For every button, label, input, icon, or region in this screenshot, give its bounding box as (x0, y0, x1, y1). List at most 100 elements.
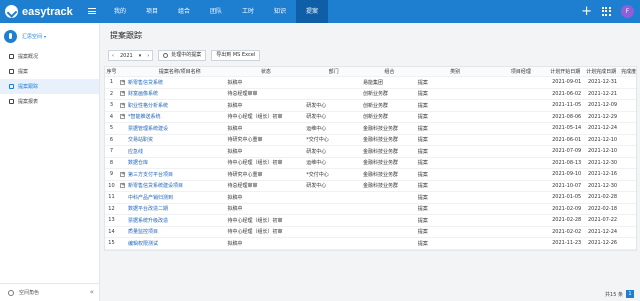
proposal-name-link[interactable]: 第三方支付平台项目 (128, 172, 173, 178)
proposal-name[interactable]: 中科产品产销归测到 (118, 194, 226, 201)
column-header-planned-end[interactable]: 计划完成日期 (583, 68, 619, 75)
next-year-button[interactable]: › (144, 53, 152, 59)
nav-item-knowledge[interactable]: 知识 (264, 0, 296, 23)
category-cell: 提案 (417, 102, 428, 109)
proposal-name-link[interactable]: 交易站职资 (128, 137, 153, 143)
proposal-name[interactable]: 票据管理系统建设 (118, 125, 226, 132)
table-row[interactable]: 6 交易站职资 待研究中心重审 *交付中心 金融科技业务群 提案 2021-06-01 202… (105, 135, 636, 146)
proposal-name-link[interactable]: 票据管理系统建设 (128, 126, 168, 132)
page-number-button[interactable]: 1 (626, 290, 634, 298)
proposal-name[interactable]: 新零售信贷系统 (118, 79, 226, 86)
expand-icon[interactable] (119, 113, 125, 120)
nav-item-portfolio[interactable]: 组合 (168, 0, 200, 23)
nav-item-team[interactable]: 团队 (200, 0, 232, 23)
prev-year-button[interactable]: ‹ (109, 53, 117, 59)
proposal-name-link[interactable]: 数据平台改造二期 (128, 206, 168, 212)
sidebar-item-proposal-overview[interactable]: 提案概况 (0, 49, 99, 64)
proposal-name-link[interactable]: 新零售信贷系统 (128, 80, 163, 86)
proposal-name[interactable]: 数据平台改造二期 (118, 205, 226, 212)
proposal-name[interactable]: 新零售信贷系统建设项目 (118, 182, 226, 189)
status-cell: 待中心经理（组长）初审 (227, 229, 283, 236)
column-header-portfolio[interactable]: 组合 (361, 68, 416, 75)
expand-icon[interactable] (119, 90, 125, 97)
planned-start-cell: 2021-10-07 (552, 182, 582, 189)
nav-item-timesheet[interactable]: 工时 (232, 0, 264, 23)
in-progress-proposals-button[interactable]: 处理中的提案 (158, 50, 207, 61)
menu-icon[interactable] (88, 8, 96, 14)
planned-start-cell: 2021-11-05 (552, 102, 582, 109)
column-header-status[interactable]: 状态 (226, 68, 305, 75)
table-row[interactable]: 7 应急线 拟稿中 研发中心 金融科技业务群 提案 2021-07-09 2021-12-10 (105, 146, 636, 158)
space-role-footer[interactable]: 空间角色 « (0, 283, 100, 301)
column-header-completion[interactable]: 完成度 (619, 68, 636, 75)
category-cell: 提案 (417, 171, 428, 178)
table-row[interactable]: 12 数据平台改造二期 拟稿中 提案 2021-02-09 2022-02-18 (105, 204, 636, 215)
expand-icon[interactable] (119, 182, 125, 189)
proposal-name[interactable]: 质量监控项目 (118, 228, 226, 235)
proposal-name-link[interactable]: 编辑权限测试 (128, 241, 158, 247)
column-header-planned-start[interactable]: 计划开始日期 (547, 68, 583, 75)
table-row[interactable]: 4 *智能推送系统 待中心经理（组长）初审 研发中心 创新业务群 提案 2021-08-06… (105, 112, 636, 123)
apps-grid-icon[interactable] (602, 7, 611, 16)
proposal-name[interactable]: 编辑权限测试 (118, 240, 226, 247)
table-row[interactable]: 8 数据仓库 待中心经理（组长）初审 运维中心 金融科技业务群 提案 2021-08-13 2… (105, 158, 636, 169)
table-row[interactable]: 15 编辑权限测试 拟稿中 提案 2021-11-23 2021-12-26 (105, 238, 636, 250)
table-row[interactable]: 14 质量监控项目 待中心经理（组长）初审 提案 2021-02-02 2021-12-2… (105, 227, 636, 238)
proposal-name[interactable]: 票据系统升级改造 (118, 217, 226, 224)
table-row[interactable]: 1 新零售信贷系统 拟稿中 易能集团 提案 2021-09-01 2021-12-31 (105, 77, 636, 89)
nav-item-projects[interactable]: 项目 (136, 0, 168, 23)
proposal-name[interactable]: 财富画像系统 (118, 90, 226, 97)
space-switcher[interactable]: 汇思空间 ▾ (0, 23, 99, 49)
column-header-name[interactable]: 提案名称/项目名称 (118, 68, 226, 75)
role-icon (8, 289, 14, 296)
proposal-name[interactable]: 应急线 (118, 148, 226, 155)
app-logo[interactable]: easytrack (5, 5, 73, 18)
proposal-name-link[interactable]: 应急线 (128, 149, 143, 155)
sidebar-item-proposal-tracking[interactable]: 提案跟踪 (0, 79, 99, 94)
proposal-name-link[interactable]: *智能推送系统 (128, 114, 161, 120)
status-cell: 待中心经理（组长）初审 (227, 217, 283, 224)
column-header-category[interactable]: 类别 (416, 68, 493, 75)
department-cell: 运维中心 (306, 125, 327, 132)
year-selector[interactable]: ‹ 2021 ▾ › (108, 50, 154, 61)
proposal-name-link[interactable]: 质量监控项目 (128, 229, 158, 235)
proposal-name[interactable]: 交易站职资 (118, 136, 226, 143)
proposal-name-link[interactable]: 数据仓库 (128, 160, 148, 166)
column-header-department[interactable]: 部门 (304, 68, 361, 75)
table-row[interactable]: 3 职业性格分析系统 拟稿中 研发中心 创新业务群 提案 2021-11-05 2021-12… (105, 100, 636, 112)
table-row[interactable]: 9 第三方支付平台项目 待研究中心重审 *交付中心 金融科技业务群 提案 2021-09-1… (105, 169, 636, 181)
proposal-name-link[interactable]: 新零售信贷系统建设项目 (128, 183, 183, 189)
expand-icon[interactable] (119, 102, 125, 108)
table-row[interactable]: 5 票据管理系统建设 拟稿中 运维中心 金融科技业务群 提案 2021-05-14 2021-… (105, 123, 636, 135)
collapse-sidebar-icon[interactable]: « (90, 288, 94, 296)
proposal-name-link[interactable]: 票据系统升级改造 (128, 218, 168, 224)
table-row[interactable]: 10 新零售信贷系统建设项目 待总经理审审 研发中心 金融科技业务群 提案 2021-10-… (105, 181, 636, 192)
sidebar-item-proposal-reports[interactable]: 提案报表 (0, 94, 99, 109)
column-header-no[interactable]: 序号 (105, 68, 118, 75)
row-number: 3 (109, 102, 114, 109)
proposal-name[interactable]: 第三方支付平台项目 (118, 171, 226, 178)
sidebar-item-proposals[interactable]: 提案 (0, 64, 99, 79)
proposal-name[interactable]: *智能推送系统 (118, 113, 226, 120)
table-row[interactable]: 2 财富画像系统 待总经理审审 创新业务群 提案 2021-06-02 2021-12-21 (105, 89, 636, 100)
export-excel-button[interactable]: 导出到 MS Excel (211, 50, 261, 61)
table-row[interactable]: 11 中科产品产销归测到 拟稿中 提案 2021-01-05 2021-02-28 (105, 192, 636, 204)
user-avatar[interactable]: F (621, 5, 634, 18)
proposal-name-link[interactable]: 职业性格分析系统 (128, 103, 168, 109)
column-header-project-manager[interactable]: 项目经理 (493, 68, 548, 75)
add-icon[interactable]: + (581, 5, 592, 18)
row-number: 12 (108, 205, 115, 212)
chevron-down-icon[interactable]: ▾ (136, 53, 145, 59)
expand-icon[interactable] (119, 79, 125, 85)
table-row[interactable]: 13 票据系统升级改造 待中心经理（组长）初审 提案 2021-02-28 2021-07… (105, 215, 636, 227)
planned-start-cell: 2021-02-28 (552, 217, 582, 224)
expand-icon[interactable] (119, 171, 125, 177)
proposal-name[interactable]: 数据仓库 (118, 159, 226, 166)
proposal-name[interactable]: 职业性格分析系统 (118, 102, 226, 109)
top-right-actions: + F (581, 4, 634, 19)
nav-item-mine[interactable]: 我的 (104, 0, 136, 23)
proposal-name-link[interactable]: 中科产品产销归测到 (128, 195, 173, 201)
planned-end-cell: 2022-02-18 (588, 205, 618, 212)
proposal-name-link[interactable]: 财富画像系统 (128, 91, 158, 97)
nav-item-proposals[interactable]: 提案 (296, 0, 328, 23)
